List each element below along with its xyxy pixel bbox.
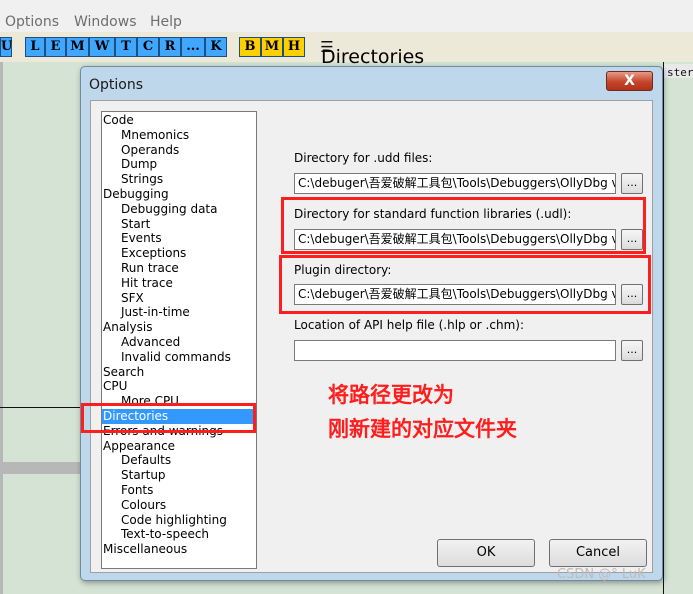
menu-options[interactable]: Options [5,14,59,30]
tree-item[interactable]: Appearance [103,439,175,454]
tree-item[interactable]: Dump [121,157,157,172]
toolbar-button-e[interactable]: E [45,37,66,57]
app-menubar: Options Windows Help [0,0,693,33]
udd-directory-label: Directory for .udd files: [294,151,433,165]
tree-item[interactable]: Code [103,113,134,128]
tree-item[interactable]: Hit trace [121,276,173,291]
close-icon: X [624,73,635,89]
tree-item[interactable]: Start [121,217,150,232]
ok-button[interactable]: OK [437,539,535,567]
close-button[interactable]: X [606,71,653,91]
tree-item[interactable]: Advanced [121,335,180,350]
udd-browse-button[interactable]: ... [621,173,643,194]
toolbar-button-t[interactable]: T [115,37,137,57]
api-help-browse-button[interactable]: ... [621,340,643,361]
menu-windows[interactable]: Windows [74,14,137,30]
directories-highlight-box [81,403,256,433]
tree-item[interactable]: Code highlighting [121,513,227,528]
tree-item[interactable]: Debugging data [121,202,217,217]
udd-directory-input[interactable]: C:\debuger\吾爱破解工具包\Tools\Debuggers\OllyD… [294,173,616,194]
tree-item[interactable]: CPU [103,379,127,394]
tree-item[interactable]: Just-in-time [121,305,190,320]
toolbar-button-h[interactable]: H [283,37,305,57]
dialog-title: Options [89,77,144,93]
annotation-line-2: 刚新建的对应文件夹 [328,417,517,441]
toolbar-button-r[interactable]: R [159,37,181,57]
pane-border-left [0,62,3,594]
pane-divider-right [663,62,664,594]
tree-item[interactable]: Startup [121,468,166,483]
tree-item[interactable]: Mnemonics [121,128,189,143]
toolbar-button-b[interactable]: B [239,37,261,57]
plugin-highlight-box [279,255,651,314]
cancel-button[interactable]: Cancel [549,539,647,567]
column-header-text: ster [667,66,693,79]
tree-item[interactable]: Operands [121,143,179,158]
tree-item[interactable]: Text-to-speech [121,527,209,542]
api-help-label: Location of API help file (.hlp or .chm)… [294,318,524,332]
tree-item[interactable]: Run trace [121,261,179,276]
toolbar-button-k[interactable]: K [205,37,227,57]
dialog-body: Code Mnemonics Operands Dump Strings Debuggin… [90,100,653,573]
toolbar-button-w[interactable]: W [89,37,115,57]
options-tree[interactable]: Code Mnemonics Operands Dump Strings Debuggin… [101,111,257,569]
menu-help[interactable]: Help [150,14,182,30]
tree-item[interactable]: Miscellaneous [103,542,187,557]
tree-item[interactable]: SFX [121,291,144,306]
toolbar-button-dots[interactable]: ... [181,37,205,57]
tree-item[interactable]: Debugging [103,187,169,202]
toolbar-button-m[interactable]: M [66,37,89,57]
pane-header [0,462,80,474]
toolbar-button-l[interactable]: L [25,37,45,57]
udl-highlight-box [281,197,646,254]
tree-item[interactable]: Search [103,365,144,380]
tree-item[interactable]: Colours [121,498,166,513]
tree-item[interactable]: Events [121,231,162,246]
tree-item[interactable]: Strings [121,172,163,187]
tree-item[interactable]: Defaults [121,453,171,468]
pane-divider [0,407,80,408]
toolbar-button-u[interactable]: U [0,37,12,57]
tree-item[interactable]: Invalid commands [121,350,231,365]
tree-item[interactable]: Exceptions [121,246,186,261]
toolbar-button-m2[interactable]: M [261,37,283,57]
tree-item[interactable]: Analysis [103,320,152,335]
panel-heading: Directories [321,46,425,68]
toolbar-button-c[interactable]: C [137,37,159,57]
tree-item[interactable]: Fonts [121,483,153,498]
annotation-line-1: 将路径更改为 [328,383,454,407]
annotation-text: 将路径更改为 刚新建的对应文件夹 [328,378,517,446]
api-help-input[interactable] [294,340,616,361]
watermark: CSDN @° LuK [557,567,646,582]
